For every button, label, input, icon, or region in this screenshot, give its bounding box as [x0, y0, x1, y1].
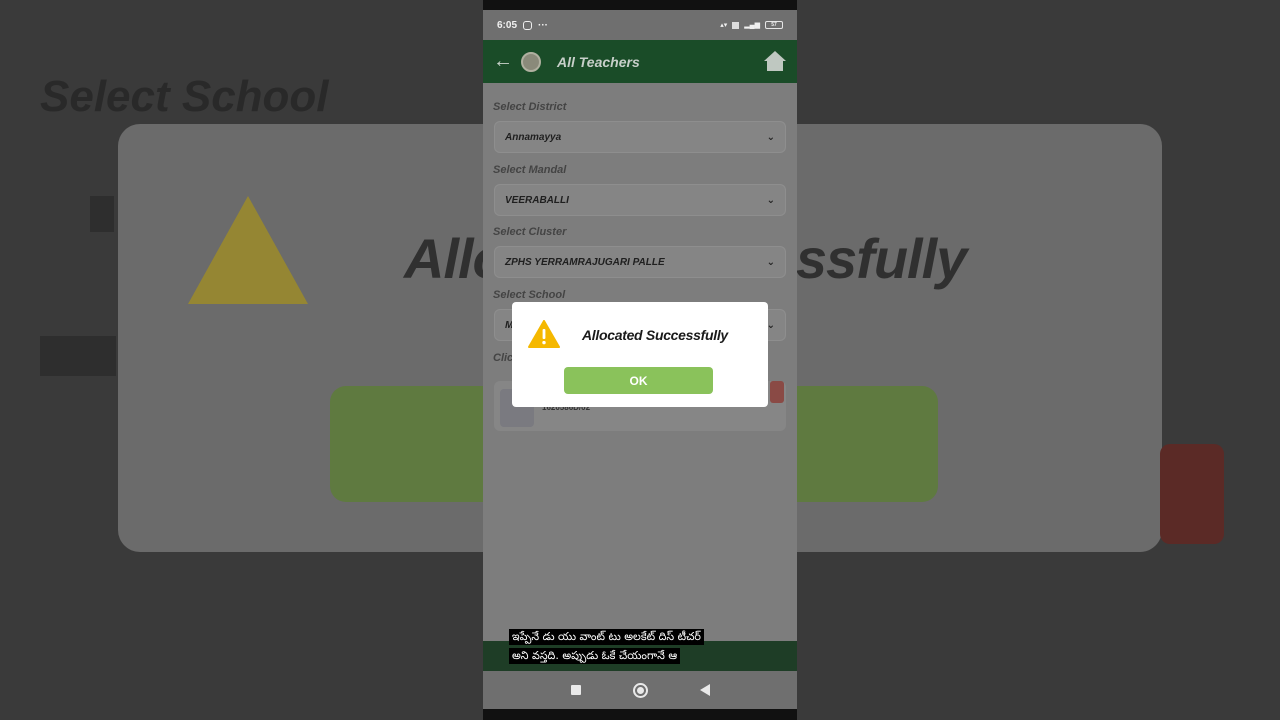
chevron-down-icon: ⌄ — [766, 131, 775, 143]
background-blob — [40, 336, 116, 376]
click-label: Clic — [493, 352, 514, 364]
more-icon: ··· — [538, 19, 549, 31]
home-icon[interactable] — [763, 50, 787, 73]
background-warning-icon — [188, 196, 308, 304]
nav-back-icon[interactable] — [699, 684, 710, 696]
phone-screen: 6:05 ··· ▴▾ ▂▄▆ 57 ← All Teachers Select… — [483, 0, 797, 720]
page-title: All Teachers — [557, 53, 640, 70]
mandal-label: Select Mandal — [493, 164, 567, 176]
district-select[interactable]: Annamayya ⌄ — [494, 121, 786, 153]
background-red-shape — [1160, 444, 1224, 544]
chevron-down-icon: ⌄ — [766, 256, 775, 268]
ok-button[interactable]: OK — [564, 367, 713, 394]
cluster-label: Select Cluster — [493, 226, 567, 238]
cluster-select[interactable]: ZPHS YERRAMRAJUGARI PALLE ⌄ — [494, 246, 786, 278]
instagram-icon — [523, 20, 533, 30]
delete-button[interactable] — [770, 381, 784, 403]
recents-icon[interactable] — [570, 685, 581, 695]
app-bar: ← All Teachers — [483, 40, 797, 83]
system-nav-bar — [483, 671, 797, 709]
warning-icon — [528, 320, 560, 348]
signal-icon: ▂▄▆ — [744, 22, 760, 29]
subtitle-line-1: ఇప్పేనే డు యు వాంట్ టు అలకేట్ దిస్ టీచర్ — [509, 629, 704, 645]
district-label: Select District — [493, 101, 567, 113]
battery-icon: 57 — [765, 21, 783, 29]
sim-icon — [732, 21, 740, 29]
app-logo — [521, 51, 541, 72]
district-value: Annamayya — [505, 131, 562, 143]
background-blob — [90, 196, 114, 232]
school-label: Select School — [493, 289, 566, 301]
status-time: 6:05 — [497, 19, 518, 31]
cluster-value: ZPHS YERRAMRAJUGARI PALLE — [505, 256, 665, 268]
background-title: Select School — [40, 72, 329, 121]
mandal-select[interactable]: VEERABALLI ⌄ — [494, 184, 786, 216]
back-arrow-icon[interactable]: ← — [493, 50, 517, 73]
status-bar: 6:05 ··· ▴▾ ▂▄▆ 57 — [483, 10, 797, 40]
alert-dialog: Allocated Successfully OK — [512, 302, 768, 407]
subtitle-line-2: అని వస్తది. అప్పుడు ఓకే చేయంగానే ఆ — [509, 648, 681, 664]
home-button-icon[interactable] — [632, 682, 648, 698]
mandal-value: VEERABALLI — [505, 194, 569, 206]
dialog-message: Allocated Successfully — [582, 327, 728, 343]
network-speed-icon: ▴▾ — [720, 22, 728, 29]
chevron-down-icon: ⌄ — [766, 194, 775, 206]
